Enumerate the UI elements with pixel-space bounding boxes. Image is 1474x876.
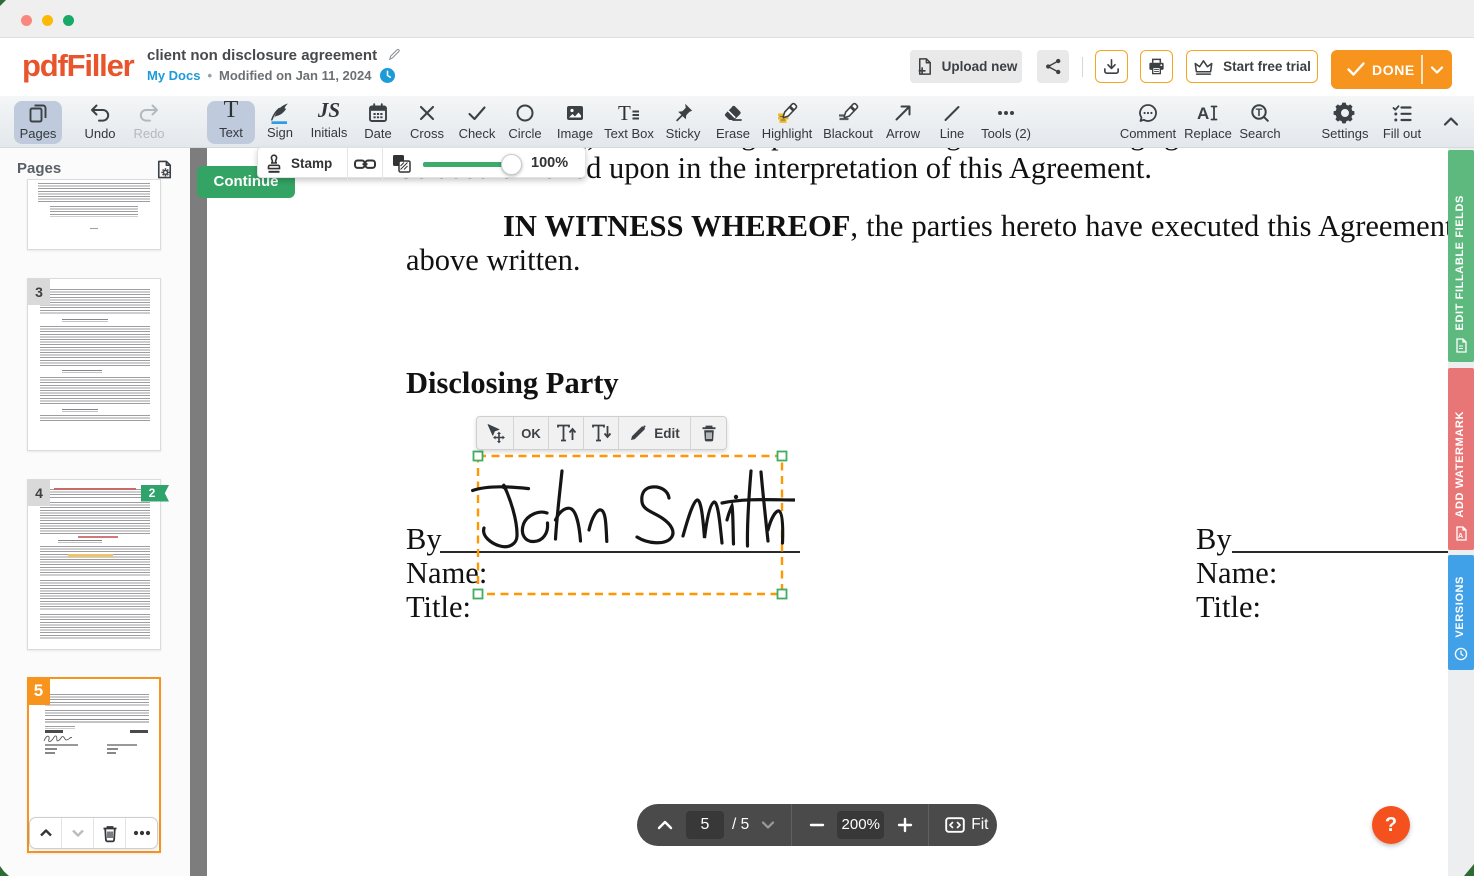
svg-text:A: A [1197,104,1209,123]
svg-text:A: A [1458,533,1463,540]
svg-text:T: T [618,101,631,125]
svg-text:T: T [1256,107,1263,119]
